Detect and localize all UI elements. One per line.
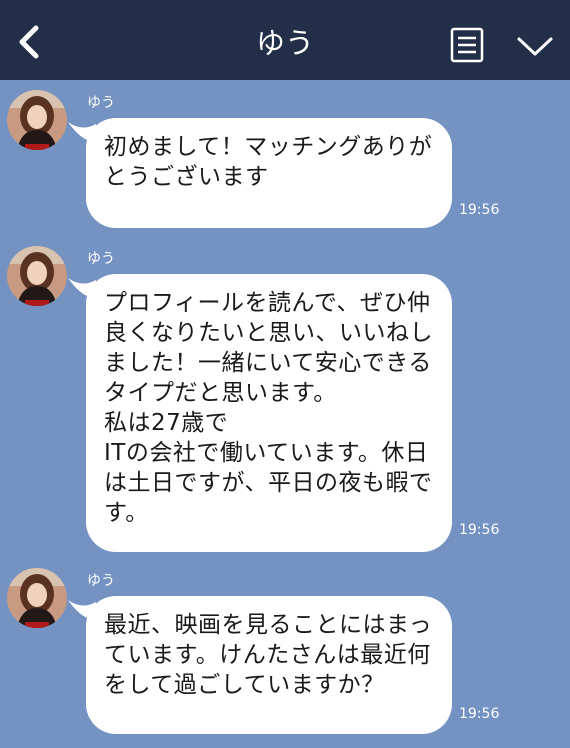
chevron-down-icon[interactable] bbox=[516, 34, 554, 58]
message-timestamp: 19:56 bbox=[459, 706, 500, 722]
menu-list-icon[interactable] bbox=[450, 27, 484, 63]
sender-avatar[interactable] bbox=[7, 246, 67, 306]
chat-header: ゆう bbox=[0, 0, 570, 80]
message-bubble[interactable]: 初めまして！マッチングありがとうございます bbox=[86, 118, 452, 228]
sender-name: ゆう bbox=[87, 95, 115, 111]
sender-name: ゆう bbox=[87, 573, 115, 589]
sender-avatar[interactable] bbox=[7, 568, 67, 628]
sender-avatar[interactable] bbox=[7, 90, 67, 150]
sender-name: ゆう bbox=[87, 251, 115, 267]
chat-title: ゆう bbox=[255, 26, 314, 60]
message-timestamp: 19:56 bbox=[459, 522, 500, 538]
message-timestamp: 19:56 bbox=[459, 202, 500, 218]
message-bubble[interactable]: 最近、映画を見ることにはまっています。けんたさんは最近何をして過ごしていますか？ bbox=[86, 596, 452, 734]
message-bubble[interactable]: プロフィールを読んで、ぜひ仲良くなりたいと思い、いいねしました！一緒にいて安心で… bbox=[86, 274, 452, 552]
